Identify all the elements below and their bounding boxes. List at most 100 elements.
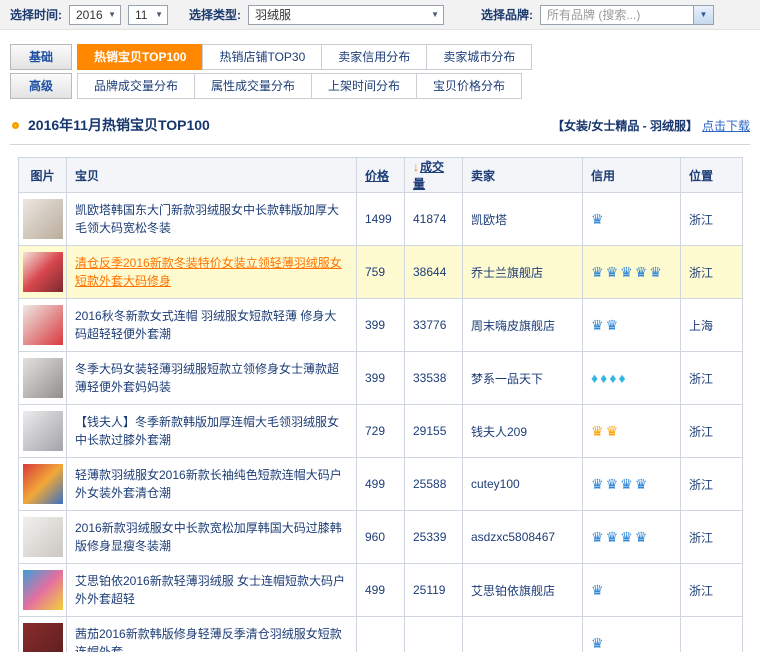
- col-location: 位置: [681, 158, 743, 193]
- col-title: 宝贝: [67, 158, 357, 193]
- table-row: 轻薄款羽绒服女2016新款长袖纯色短款连帽大码户外女装外套清仓潮 499 255…: [19, 458, 743, 511]
- chevron-down-icon: ▼: [155, 10, 163, 19]
- seller-cell[interactable]: asdzxc5808467: [463, 511, 583, 564]
- type-select-value: 羽绒服: [255, 6, 291, 23]
- crown-gold-icon: ♛: [606, 423, 619, 439]
- crown-blue-icon: ♛: [649, 264, 662, 280]
- product-thumbnail[interactable]: [23, 358, 63, 398]
- location-cell: [681, 617, 743, 652]
- product-thumbnail[interactable]: [23, 411, 63, 451]
- col-credit: 信用: [583, 158, 681, 193]
- crown-blue-icon: ♛: [620, 476, 633, 492]
- location-cell: 浙江: [681, 193, 743, 246]
- crown-blue-icon: ♛: [591, 264, 604, 280]
- seller-cell[interactable]: 艾思铂依旗舰店: [463, 564, 583, 617]
- volume-cell: 41874: [405, 193, 463, 246]
- crown-blue-icon: ♛: [591, 211, 604, 227]
- section-header: 2016年11月热销宝贝TOP100 【女装/女士精品 - 羽绒服】 点击下载: [10, 115, 750, 145]
- seller-cell[interactable]: 周末嗨皮旗舰店: [463, 299, 583, 352]
- product-title-link[interactable]: 艾思铂依2016新款轻薄羽绒服 女士连帽短款大码户外外套超轻: [75, 572, 348, 608]
- chevron-down-icon: ▼: [431, 10, 439, 19]
- volume-cell: [405, 617, 463, 652]
- year-select[interactable]: 2016 ▼: [69, 5, 121, 25]
- time-filter-label: 选择时间:: [10, 6, 62, 23]
- product-title-link[interactable]: 轻薄款羽绒服女2016新款长袖纯色短款连帽大码户外女装外套清仓潮: [75, 466, 348, 502]
- table-row: 清仓反季2016新款冬装特价女装立领轻薄羽绒服女短款外套大码修身 759 386…: [19, 246, 743, 299]
- seller-cell[interactable]: cutey100: [463, 458, 583, 511]
- diamond-blue-icon: ♦: [591, 370, 598, 386]
- crown-gold-icon: ♛: [591, 423, 604, 439]
- tab-seller-city-distribution[interactable]: 卖家城市分布: [426, 44, 532, 70]
- seller-cell[interactable]: 乔士兰旗舰店: [463, 246, 583, 299]
- crown-blue-icon: ♛: [620, 529, 633, 545]
- diamond-blue-icon: ♦: [618, 370, 625, 386]
- credit-cell: ♛♛♛♛♛: [583, 246, 681, 299]
- product-title-link[interactable]: 【钱夫人】冬季新款韩版加厚连帽大毛领羽绒服女中长款过膝外套潮: [75, 413, 348, 449]
- price-cell: [357, 617, 405, 652]
- tab-group-advanced[interactable]: 高级: [10, 73, 72, 99]
- crown-blue-icon: ♛: [591, 635, 604, 651]
- crown-blue-icon: ♛: [606, 529, 619, 545]
- volume-cell: 25119: [405, 564, 463, 617]
- crown-blue-icon: ♛: [591, 582, 604, 598]
- filter-bar: 选择时间: 2016 ▼ 11 ▼ 选择类型: 羽绒服 ▼ 选择品牌: ▼: [0, 0, 760, 30]
- download-link[interactable]: 点击下载: [702, 117, 750, 134]
- crown-blue-icon: ♛: [635, 476, 648, 492]
- tab-seller-credit-distribution[interactable]: 卖家信用分布: [321, 44, 427, 70]
- credit-cell: ♦♦♦♦: [583, 352, 681, 405]
- table-row: 凯欧塔韩国东大门新款羽绒服女中长款韩版加厚大毛领大码宽松冬装 1499 4187…: [19, 193, 743, 246]
- type-filter-label: 选择类型:: [189, 6, 241, 23]
- table-row: 【钱夫人】冬季新款韩版加厚连帽大毛领羽绒服女中长款过膝外套潮 729 29155…: [19, 405, 743, 458]
- brand-search-input[interactable]: [541, 6, 693, 24]
- year-select-value: 2016: [76, 8, 103, 22]
- product-title-link[interactable]: 茜茄2016新款韩版修身轻薄反季清仓羽绒服女短款连帽外套: [75, 625, 348, 652]
- price-cell: 759: [357, 246, 405, 299]
- product-thumbnail[interactable]: [23, 517, 63, 557]
- advanced-tab-row: 高级 品牌成交量分布 属性成交量分布 上架时间分布 宝贝价格分布: [10, 73, 750, 99]
- volume-cell: 33776: [405, 299, 463, 352]
- table-header-row: 图片 宝贝 价格 ↓成交量 卖家 信用 位置: [19, 158, 743, 193]
- brand-dropdown-button[interactable]: ▼: [693, 6, 713, 24]
- product-title-link[interactable]: 凯欧塔韩国东大门新款羽绒服女中长款韩版加厚大毛领大码宽松冬装: [75, 201, 348, 237]
- tab-brand-volume-distribution[interactable]: 品牌成交量分布: [77, 73, 195, 99]
- col-price-sort[interactable]: 价格: [357, 158, 405, 193]
- product-thumbnail[interactable]: [23, 305, 63, 345]
- credit-cell: ♛: [583, 617, 681, 652]
- location-cell: 上海: [681, 299, 743, 352]
- type-select[interactable]: 羽绒服 ▼: [248, 5, 444, 25]
- brand-filter-label: 选择品牌:: [481, 6, 533, 23]
- price-cell: 960: [357, 511, 405, 564]
- product-thumbnail[interactable]: [23, 623, 63, 652]
- col-volume-sort[interactable]: ↓成交量: [405, 158, 463, 193]
- chevron-down-icon: ▼: [108, 10, 116, 19]
- seller-cell[interactable]: 梦系一品天下: [463, 352, 583, 405]
- volume-cell: 38644: [405, 246, 463, 299]
- tab-attribute-volume-distribution[interactable]: 属性成交量分布: [194, 73, 312, 99]
- seller-cell[interactable]: 钱夫人209: [463, 405, 583, 458]
- crown-blue-icon: ♛: [591, 476, 604, 492]
- tab-hot-items-top100[interactable]: 热销宝贝TOP100: [77, 44, 203, 70]
- tab-item-price-distribution[interactable]: 宝贝价格分布: [416, 73, 522, 99]
- product-thumbnail[interactable]: [23, 252, 63, 292]
- diamond-blue-icon: ♦: [600, 370, 607, 386]
- tab-hot-shops-top30[interactable]: 热销店铺TOP30: [202, 44, 322, 70]
- seller-cell[interactable]: [463, 617, 583, 652]
- product-thumbnail[interactable]: [23, 199, 63, 239]
- location-cell: 浙江: [681, 405, 743, 458]
- table-row: 2016新款羽绒服女中长款宽松加厚韩国大码过膝韩版修身显瘦冬装潮 960 253…: [19, 511, 743, 564]
- product-title-link[interactable]: 清仓反季2016新款冬装特价女装立领轻薄羽绒服女短款外套大码修身: [75, 254, 348, 290]
- product-thumbnail[interactable]: [23, 570, 63, 610]
- product-title-link[interactable]: 2016秋冬新款女式连帽 羽绒服女短款轻薄 修身大码超轻轻便外套潮: [75, 307, 348, 343]
- product-title-link[interactable]: 2016新款羽绒服女中长款宽松加厚韩国大码过膝韩版修身显瘦冬装潮: [75, 519, 348, 555]
- crown-blue-icon: ♛: [635, 264, 648, 280]
- product-title-link[interactable]: 冬季大码女装轻薄羽绒服短款立领修身女士薄款超薄轻便外套妈妈装: [75, 360, 348, 396]
- month-select-value: 11: [135, 8, 147, 22]
- price-cell: 1499: [357, 193, 405, 246]
- product-thumbnail[interactable]: [23, 464, 63, 504]
- tab-group-basic[interactable]: 基础: [10, 44, 72, 70]
- tab-listing-time-distribution[interactable]: 上架时间分布: [311, 73, 417, 99]
- month-select[interactable]: 11 ▼: [128, 5, 168, 25]
- seller-cell[interactable]: 凯欧塔: [463, 193, 583, 246]
- credit-cell: ♛♛: [583, 299, 681, 352]
- crown-blue-icon: ♛: [606, 476, 619, 492]
